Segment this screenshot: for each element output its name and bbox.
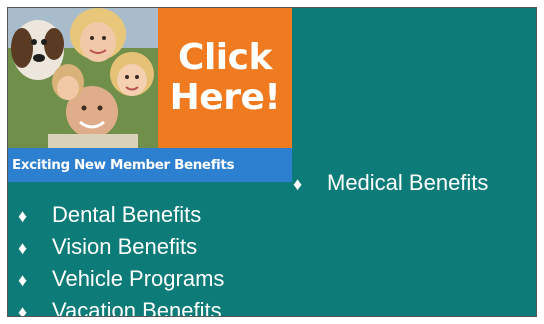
list-item-vision[interactable]: ♦ Vision Benefits — [18, 234, 197, 261]
cta-line-1: Click — [178, 37, 272, 78]
member-benefits-banner[interactable]: Click Here! Exciting New Member Benefits — [8, 8, 292, 182]
diamond-bullet-icon: ♦ — [18, 302, 28, 316]
list-item-vehicle[interactable]: ♦ Vehicle Programs — [18, 266, 224, 293]
list-item-vacation[interactable]: ♦ Vacation Benefits — [18, 298, 222, 316]
benefits-panel: Click Here! Exciting New Member Benefits… — [8, 8, 536, 316]
benefit-label: Medical Benefits — [327, 170, 489, 195]
click-here-button[interactable]: Click Here! — [158, 8, 292, 148]
benefit-label: Vision Benefits — [52, 234, 198, 259]
list-item-dental[interactable]: ♦ Dental Benefits — [18, 202, 201, 229]
banner-caption: Exciting New Member Benefits — [8, 148, 292, 182]
diamond-bullet-icon: ♦ — [18, 270, 28, 290]
family-photo — [8, 8, 158, 148]
benefit-label: Dental Benefits — [52, 202, 202, 227]
diamond-bullet-icon: ♦ — [18, 206, 28, 226]
diamond-bullet-icon: ♦ — [18, 238, 28, 258]
benefit-label: Vehicle Programs — [52, 266, 225, 291]
cta-line-2: Here! — [169, 77, 281, 118]
benefit-label: Vacation Benefits — [52, 298, 222, 316]
diamond-bullet-icon: ♦ — [293, 174, 303, 194]
list-item-medical[interactable]: ♦ Medical Benefits — [293, 170, 488, 197]
